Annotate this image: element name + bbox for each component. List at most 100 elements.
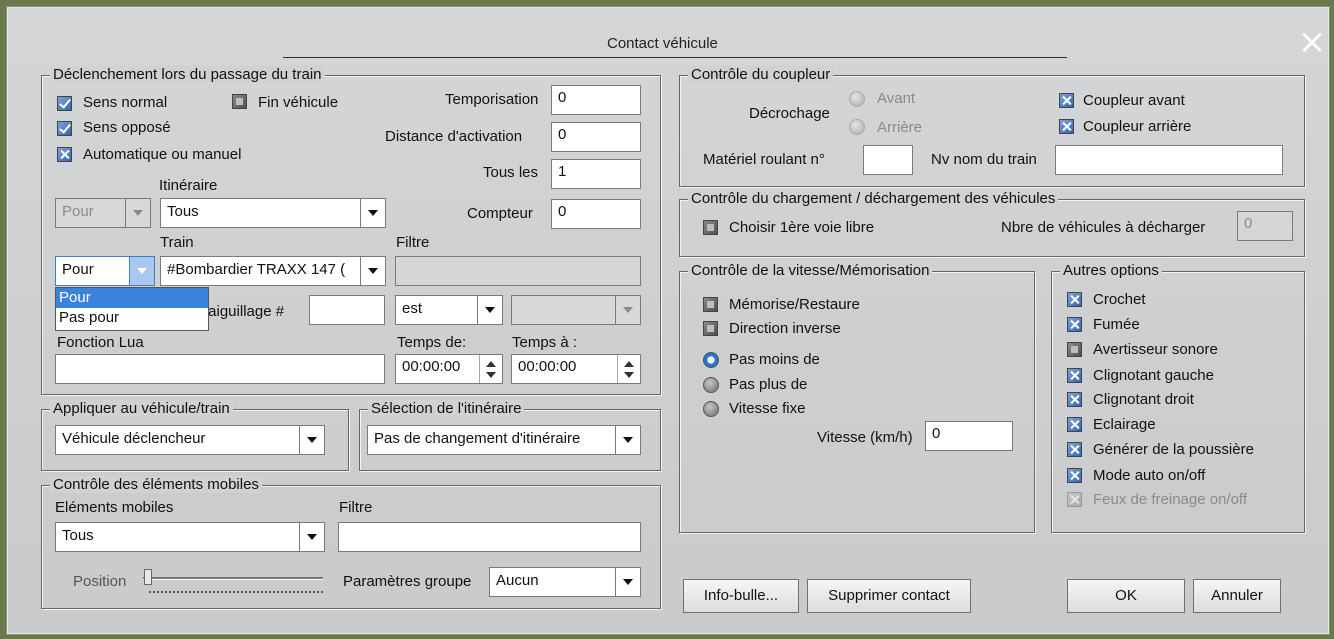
train-select[interactable]: #Bombardier TRAXX 147 (	[160, 256, 386, 286]
choisir-voie-label: Choisir 1ère voie libre	[729, 219, 875, 236]
dialog-title: Contact véhicule	[607, 35, 718, 52]
vitesse-label: Vitesse (km/h)	[817, 429, 913, 446]
clign-droit-label: Clignotant droit	[1093, 391, 1194, 408]
elements-value: Tous	[62, 527, 94, 544]
speed-group-legend: Contrôle de la vitesse/Mémorisation	[688, 262, 933, 279]
temps-de-input[interactable]: 00:00:00	[395, 354, 503, 384]
close-icon[interactable]: ×	[1297, 25, 1327, 59]
route-group-legend: Sélection de l'itinéraire	[368, 400, 525, 417]
filtre-label: Filtre	[396, 234, 430, 251]
slider-ticks	[149, 591, 323, 596]
apply-value: Véhicule déclencheur	[62, 430, 206, 447]
fonction-lua-label: Fonction Lua	[57, 334, 144, 351]
pour-train-value: Pour	[62, 261, 94, 278]
temps-a-input[interactable]: 00:00:00	[511, 354, 641, 384]
position-label: Position	[73, 573, 127, 590]
pour-itineraire-value: Pour	[62, 203, 94, 220]
params-value: Aucun	[496, 572, 539, 589]
poussiere-checkbox[interactable]	[1067, 442, 1082, 457]
pas-plus-radio[interactable]	[703, 377, 719, 393]
supprimer-contact-button[interactable]: Supprimer contact	[807, 579, 971, 613]
dropdown-option-pour[interactable]: Pour	[56, 288, 208, 308]
load-group-legend: Contrôle du chargement / déchargement de…	[688, 190, 1059, 207]
pour-train-select[interactable]: Pour	[55, 256, 155, 286]
elements-label: Eléments mobiles	[55, 499, 174, 516]
nbre-label: Nbre de véhicules à décharger	[1001, 219, 1206, 236]
clign-droit-checkbox[interactable]	[1067, 392, 1082, 407]
sens-oppose-checkbox[interactable]	[57, 121, 72, 136]
eclairage-checkbox[interactable]	[1067, 417, 1082, 432]
crochet-checkbox[interactable]	[1067, 292, 1082, 307]
pour-itineraire-select: Pour	[55, 198, 151, 228]
vitesse-fixe-label: Vitesse fixe	[729, 400, 806, 417]
pas-plus-label: Pas plus de	[729, 376, 808, 393]
elements-select[interactable]: Tous	[55, 522, 325, 552]
memorise-checkbox[interactable]	[703, 297, 718, 312]
itineraire-select[interactable]: Tous	[160, 198, 386, 228]
chevron-down-icon[interactable]	[477, 296, 502, 324]
tous-les-input[interactable]: 1	[551, 159, 641, 189]
fin-vehicule-checkbox[interactable]	[232, 94, 247, 109]
fonction-lua-input[interactable]	[55, 354, 385, 384]
dropdown-option-pas-pour[interactable]: Pas pour	[56, 308, 208, 328]
temporisation-input[interactable]: 0	[551, 85, 641, 115]
vitesse-input[interactable]: 0	[925, 421, 1013, 451]
mobile-group-legend: Contrôle des éléments mobiles	[50, 476, 262, 493]
avertisseur-checkbox[interactable]	[1067, 342, 1082, 357]
vitesse-fixe-radio[interactable]	[703, 401, 719, 417]
spinner-icon[interactable]	[617, 355, 640, 383]
dialog-window: Contact véhicule × Déclenchement lors du…	[6, 6, 1330, 635]
chevron-down-icon[interactable]	[615, 568, 640, 596]
coupleur-arriere-checkbox[interactable]	[1059, 119, 1074, 134]
crochet-label: Crochet	[1093, 291, 1146, 308]
aiguillage-label: /aiguillage #	[204, 303, 285, 320]
poussiere-label: Générer de la poussière	[1093, 441, 1254, 458]
ok-button[interactable]: OK	[1067, 579, 1185, 613]
chevron-down-icon[interactable]	[299, 426, 324, 454]
annuler-button[interactable]: Annuler	[1193, 579, 1281, 613]
pas-moins-radio[interactable]	[703, 352, 719, 368]
spinner-icon[interactable]	[479, 355, 502, 383]
itineraire-label: Itinéraire	[159, 177, 218, 194]
compteur-label: Compteur	[467, 205, 533, 222]
chevron-down-icon	[615, 296, 640, 324]
coupleur-avant-checkbox[interactable]	[1059, 93, 1074, 108]
mode-auto-checkbox[interactable]	[1067, 468, 1082, 483]
mobile-filter-input[interactable]	[338, 522, 641, 552]
pas-moins-label: Pas moins de	[729, 351, 820, 368]
chevron-down-icon[interactable]	[360, 199, 385, 227]
decrochage-label: Décrochage	[749, 105, 830, 122]
coupleur-avant-label: Coupleur avant	[1083, 92, 1185, 109]
compteur-input[interactable]: 0	[551, 199, 641, 229]
auto-manuel-checkbox[interactable]	[57, 147, 72, 162]
other-group-legend: Autres options	[1060, 262, 1162, 279]
route-select[interactable]: Pas de changement d'itinéraire	[367, 425, 641, 455]
nv-nom-input[interactable]	[1055, 145, 1283, 175]
clign-gauche-checkbox[interactable]	[1067, 368, 1082, 383]
position-slider-track[interactable]	[143, 577, 323, 580]
materiel-label: Matériel roulant n°	[703, 151, 825, 168]
chevron-down-icon[interactable]	[129, 257, 154, 285]
choisir-voie-checkbox[interactable]	[703, 220, 718, 235]
materiel-input[interactable]	[863, 145, 913, 175]
aiguillage-input[interactable]	[309, 295, 385, 325]
chevron-down-icon[interactable]	[615, 426, 640, 454]
sens-normal-checkbox[interactable]	[57, 96, 72, 111]
nbre-input: 0	[1237, 211, 1293, 241]
fumee-label: Fumée	[1093, 316, 1140, 333]
avant-label: Avant	[877, 90, 916, 107]
state-select	[511, 295, 641, 325]
params-select[interactable]: Aucun	[489, 567, 641, 597]
feux-frein-label: Feux de freinage on/off	[1093, 491, 1247, 508]
position-slider-thumb[interactable]	[144, 569, 152, 585]
route-value: Pas de changement d'itinéraire	[374, 430, 581, 447]
apply-select[interactable]: Véhicule déclencheur	[55, 425, 325, 455]
fumee-checkbox[interactable]	[1067, 317, 1082, 332]
chevron-down-icon[interactable]	[299, 523, 324, 551]
coupleur-arriere-label: Coupleur arrière	[1083, 118, 1192, 135]
distance-input[interactable]: 0	[551, 122, 641, 152]
est-select[interactable]: est	[395, 295, 503, 325]
direction-checkbox[interactable]	[703, 321, 718, 336]
info-bulle-button[interactable]: Info-bulle...	[683, 579, 799, 613]
chevron-down-icon[interactable]	[360, 257, 385, 285]
